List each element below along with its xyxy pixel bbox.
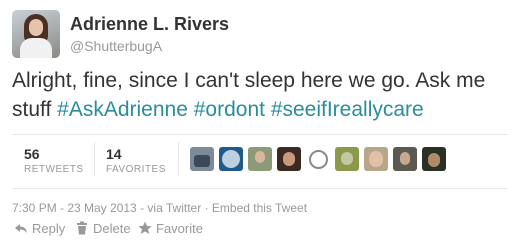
favoriter-avatar[interactable] bbox=[335, 147, 359, 171]
tweet-text: Alright, fine, since I can't sleep here … bbox=[12, 66, 508, 124]
favorites-count: 14 bbox=[106, 146, 122, 162]
stat-divider bbox=[94, 142, 95, 176]
favorites-stat[interactable]: 14 FAVORITES bbox=[106, 146, 166, 175]
stat-divider bbox=[178, 142, 179, 176]
author-handle[interactable]: @ShutterbugA bbox=[70, 38, 162, 54]
favoriter-avatar[interactable] bbox=[277, 147, 301, 171]
favoriter-avatar[interactable] bbox=[248, 147, 272, 171]
favoriter-avatar[interactable] bbox=[422, 147, 446, 171]
retweets-count: 56 bbox=[24, 146, 40, 162]
favorites-label: FAVORITES bbox=[106, 164, 166, 175]
favoriter-avatar[interactable] bbox=[306, 147, 330, 171]
reply-icon bbox=[15, 224, 27, 233]
retweets-label: RETWEETS bbox=[24, 164, 84, 175]
tweet-meta: 7:30 PM - 23 May 2013 - via Twitter · Em… bbox=[12, 201, 307, 215]
avatar-body bbox=[20, 38, 52, 58]
hashtag-seeifireallycare[interactable]: #seeifIreallycare bbox=[271, 98, 424, 121]
favoriter-avatar[interactable] bbox=[364, 147, 388, 171]
divider-bottom bbox=[12, 188, 508, 189]
profile-avatar[interactable] bbox=[12, 10, 60, 58]
favoriter-avatar[interactable] bbox=[190, 147, 214, 171]
via-link[interactable]: via Twitter bbox=[147, 201, 201, 215]
reply-button[interactable]: Reply bbox=[14, 221, 65, 236]
hashtag-askadrienne[interactable]: #AskAdrienne bbox=[57, 98, 188, 121]
avatar-face bbox=[29, 19, 43, 36]
divider-top bbox=[12, 134, 508, 135]
favorite-button[interactable]: Favorite bbox=[138, 221, 203, 236]
favoriter-avatar[interactable] bbox=[393, 147, 417, 171]
author-name[interactable]: Adrienne L. Rivers bbox=[70, 14, 229, 35]
embed-tweet-link[interactable]: Embed this Tweet bbox=[212, 201, 307, 215]
star-icon bbox=[138, 221, 152, 234]
hashtag-ordont[interactable]: #ordont bbox=[194, 98, 265, 121]
delete-label: Delete bbox=[93, 221, 131, 236]
retweets-stat[interactable]: 56 RETWEETS bbox=[24, 146, 84, 175]
favorite-label: Favorite bbox=[156, 221, 203, 236]
favoriter-avatar[interactable] bbox=[219, 147, 243, 171]
trash-icon bbox=[77, 221, 87, 235]
reply-label: Reply bbox=[32, 221, 66, 236]
meta-separator: · bbox=[204, 201, 212, 215]
delete-button[interactable]: Delete bbox=[75, 221, 131, 236]
timestamp-link[interactable]: 7:30 PM - 23 May 2013 bbox=[12, 201, 137, 215]
